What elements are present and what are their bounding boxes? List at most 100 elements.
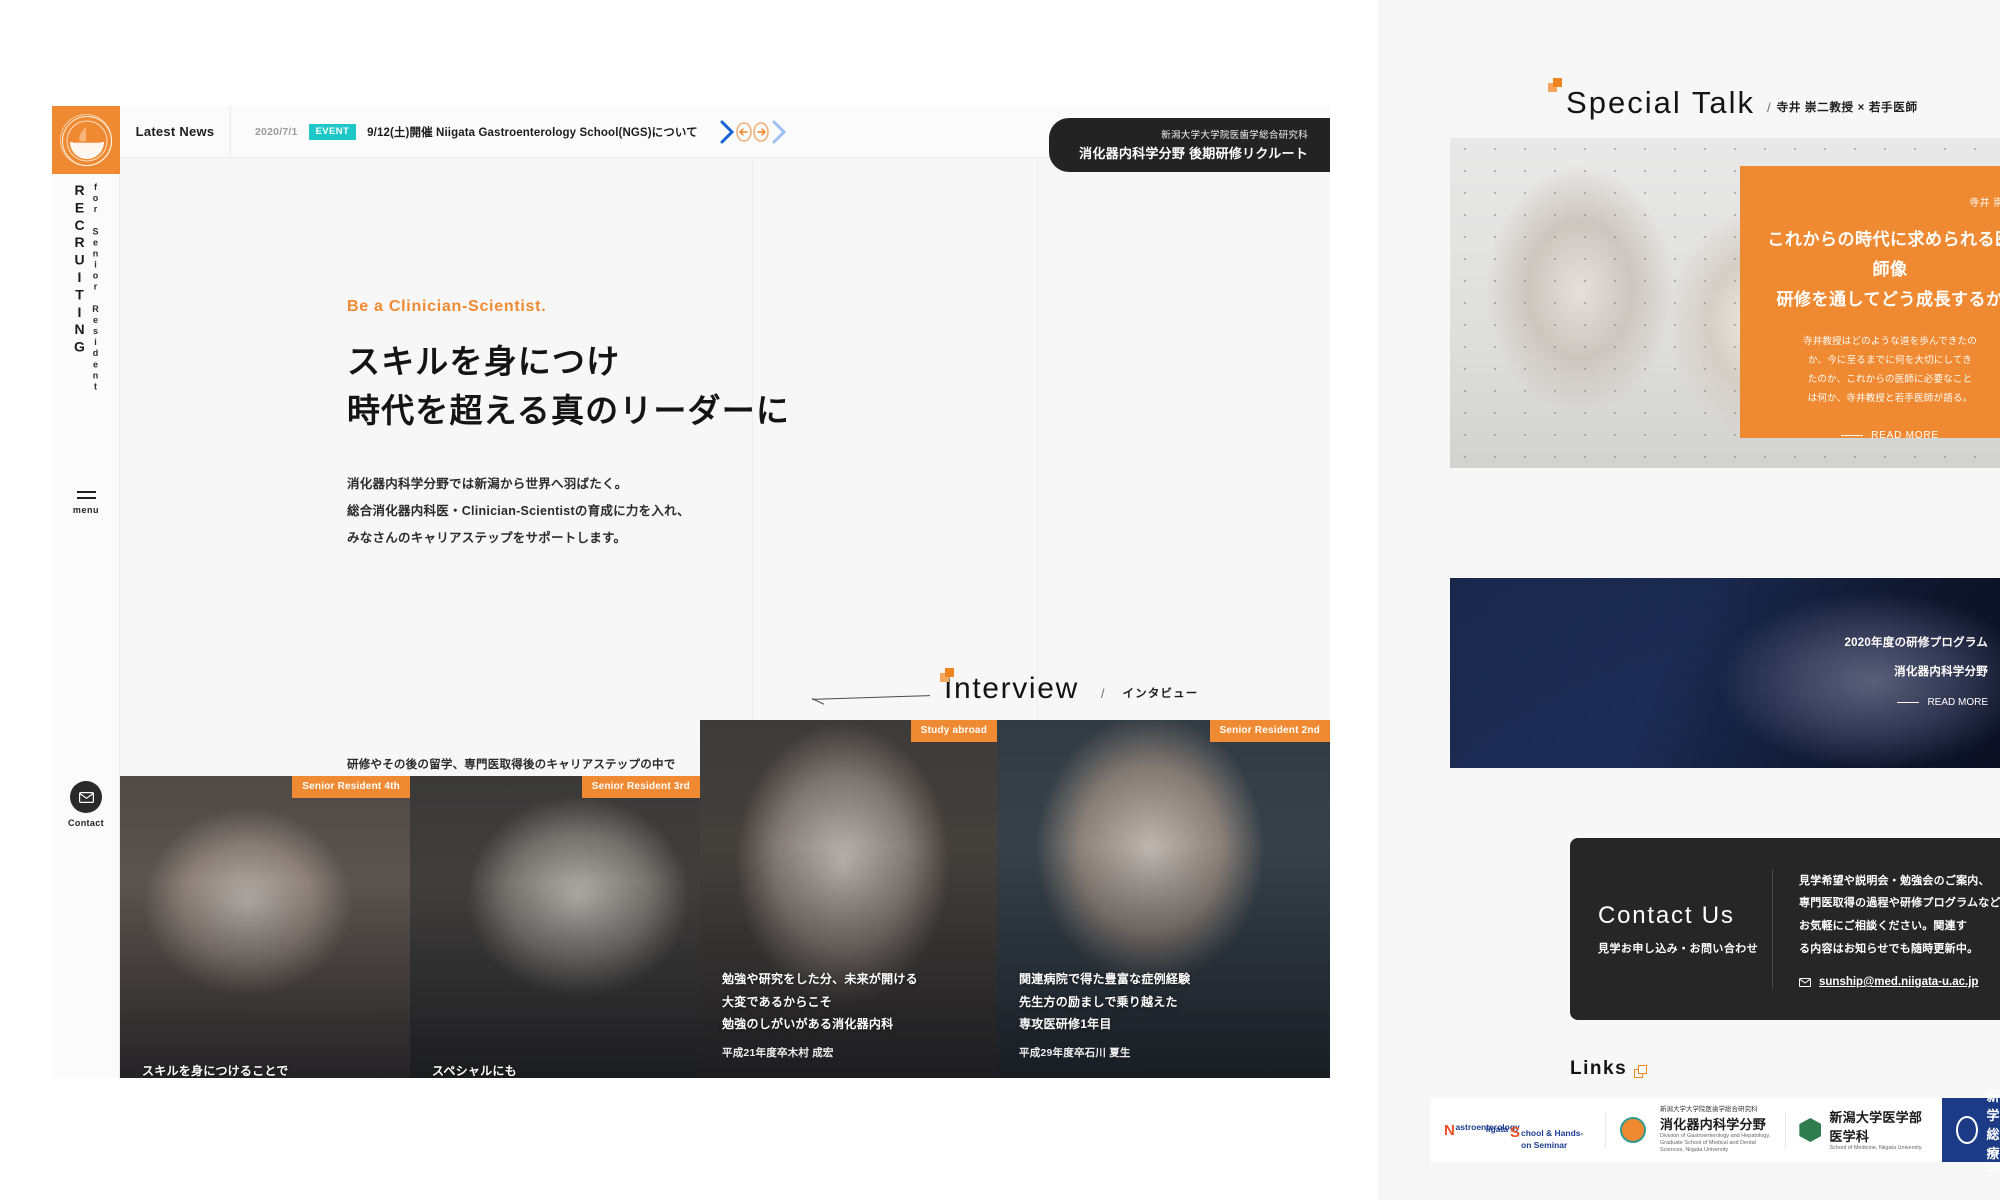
- caption-line-1: 勉強や研究をした分、未来が開ける: [722, 972, 918, 987]
- som-sub: School of Medicine, Niigata University: [1829, 1145, 1922, 1152]
- links-logo-strip: N astroenterology iigata S chool & Hands…: [1430, 1089, 2000, 1174]
- link-logo-ngs[interactable]: N astroenterology iigata S chool & Hands…: [1430, 1098, 1605, 1162]
- mail-icon: [1799, 977, 1811, 987]
- interview-card[interactable]: Senior Resident 2nd 関連病院で得た豊富な症例経験 先生方の励…: [997, 720, 1330, 1078]
- interview-title: Interview: [944, 672, 1079, 705]
- ngs-iigata: iigata: [1485, 1124, 1508, 1135]
- hero-body-line-1: 消化器内科学分野では新潟から世界へ羽ばたく。: [347, 477, 628, 491]
- site-logo[interactable]: [52, 106, 120, 174]
- right-browser-viewport: Special Talk / 寺井 崇二教授 × 若手医師 寺井 崇二 これから…: [1378, 0, 2000, 1200]
- ngs-school: chool & Hands-on Seminar: [1521, 1128, 1584, 1150]
- card-heading-line-1: これからの時代に求められる医師像: [1767, 230, 2000, 279]
- interview-card-caption: スキルを身につけることで 状況に応じたのびのできる: [142, 1060, 394, 1078]
- nu-main: 新潟大学: [1986, 1089, 2000, 1123]
- ngs-n: N: [1444, 1121, 1455, 1139]
- program-news-line-2: 消化器内科学分野: [1894, 666, 1988, 678]
- news-date: 2020/7/1: [255, 125, 298, 138]
- interview-card[interactable]: Senior Resident 3rd スペシャルにも ゼネラリストにもなれる: [410, 776, 700, 1078]
- external-link-icon: [1634, 1064, 1648, 1078]
- special-talk-read-more[interactable]: READ MORE: [1766, 430, 2000, 441]
- interview-photo: [410, 776, 700, 1078]
- interview-card-grid: Senior Resident 4th スキルを身につけることで 状況に応じたの…: [120, 720, 1330, 1078]
- interview-card-author: 平成29年度卒石川 夏生: [1019, 1047, 1131, 1059]
- interview-card-caption: 関連病院で得た豊富な症例経験 先生方の励ましで乗り越えた 専攻医研修1年目 平成…: [1019, 968, 1314, 1060]
- contact-us-left: Contact Us 見学お申し込み・お問い合わせ: [1570, 902, 1772, 956]
- crest-icon: [1956, 1116, 1979, 1144]
- heading-rule: [812, 668, 954, 704]
- dash-icon: [1897, 702, 1920, 703]
- caption-line-2: 先生方の励ましで乗り越えた: [1019, 994, 1178, 1009]
- interview-card-badge: Study abroad: [910, 720, 997, 742]
- ship-seal-icon: [60, 114, 112, 166]
- card-body-line-4: は何か、寺井教授と若手医師が語る。: [1807, 393, 1973, 405]
- gastro-small-top: 新潟大学大学院医歯学総合研究科: [1659, 1105, 1758, 1113]
- gastro-main: 消化器内科学分野: [1659, 1117, 1767, 1132]
- caption-line-3: 専攻医研修1年目: [1019, 1016, 1112, 1031]
- nu-main2: 総合診療: [1986, 1127, 2000, 1161]
- contact-us-right: 見学希望や説明会・勉強会のご案内、 専門医取得の過程や研修プログラムなど お気軽…: [1773, 870, 2000, 988]
- badge-line-1: 新潟大学大学院医歯学総合研究科: [1161, 130, 1308, 141]
- special-talk-card-name: 寺井 崇二: [1969, 198, 2000, 209]
- hero-eyebrow: Be a Clinician-Scientist.: [347, 298, 547, 315]
- ship-seal-icon: [1619, 1117, 1646, 1143]
- special-talk-card-body: 寺井教授はどのような道を歩んできたの か、今に至るまでに何を大切にしてき たのか…: [1766, 332, 2000, 408]
- menu-button[interactable]: menu: [52, 491, 120, 515]
- interview-title-jp: インタビュー: [1122, 688, 1199, 700]
- link-logo-gastro-division[interactable]: 新潟大学大学院医歯学総合研究科 消化器内科学分野 Division of Gas…: [1606, 1098, 1785, 1162]
- interview-card-caption: スペシャルにも ゼネラリストにもなれる: [432, 1060, 684, 1078]
- hero-section: Be a Clinician-Scientist. スキルを身につけ 時代を超え…: [120, 158, 1330, 552]
- sidebar-contact-button[interactable]: Contact: [52, 781, 120, 828]
- caption-line-1: 関連病院で得た豊富な症例経験: [1019, 972, 1191, 987]
- program-news-line-1: 2020年度の研修プログラム: [1844, 637, 1988, 649]
- hero-body: 消化器内科学分野では新潟から世界へ羽ばたく。 総合消化器内科医・Clinicia…: [347, 471, 1330, 552]
- special-talk-hero[interactable]: 寺井 崇二 これからの時代に求められる医師像 研修を通してどう成長するか 寺井教…: [1450, 138, 2000, 468]
- contact-email-link[interactable]: sunship@med.niigata-u.ac.jp: [1799, 976, 2000, 988]
- interview-card-badge: Senior Resident 3rd: [581, 776, 700, 798]
- special-talk-card[interactable]: 寺井 崇二 これからの時代に求められる医師像 研修を通してどう成長するか 寺井教…: [1740, 166, 2000, 441]
- card-body-line-3: たのか、これからの医師に必要なこと: [1807, 374, 1973, 386]
- mail-icon: [70, 781, 102, 813]
- interview-slash: /: [1100, 686, 1105, 701]
- nu-sub: Niigata University: [1986, 1162, 2000, 1174]
- program-news-read-more[interactable]: READ MORE: [1845, 697, 1988, 708]
- brand-main: RECRUITING: [71, 182, 88, 356]
- interview-card-author: 平成21年度卒木村 成宏: [722, 1047, 834, 1059]
- special-talk-title-jp: 寺井 崇二教授 × 若手医師: [1776, 102, 1918, 114]
- interview-heading: Interview / インタビュー: [812, 668, 1199, 705]
- contact-line-2: 専門医取得の過程や研修プログラムなど: [1799, 897, 2000, 910]
- latest-news-item[interactable]: 2020/7/1 EVENT 9/12(土)開催 Niigata Gastroe…: [231, 123, 698, 140]
- interview-card-caption: 勉強や研究をした分、未来が開ける 大変であるからこそ 勉強のしがいがある消化器内…: [722, 968, 981, 1060]
- caption-line-1: スペシャルにも: [432, 1063, 517, 1078]
- news-tag-event: EVENT: [308, 123, 357, 140]
- news-carousel-nav[interactable]: [720, 119, 786, 145]
- hero-body-line-2: 総合消化器内科医・Clinician-Scientistの育成に力を入れ、: [347, 503, 690, 518]
- program-news-block[interactable]: 2020年度の研修プログラム 消化器内科学分野 READ MORE: [1450, 578, 2000, 768]
- special-talk-heading: Special Talk / 寺井 崇二教授 × 若手医師: [1548, 78, 1918, 118]
- interview-photo: [120, 776, 410, 1078]
- link-logo-niigata-univ[interactable]: 新潟大学 総合診療 Niigata University: [1942, 1089, 2000, 1174]
- latest-news-title: Latest News: [135, 124, 215, 139]
- link-logo-school-of-medicine[interactable]: 新潟大学医学部医学科 School of Medicine, Niigata U…: [1785, 1098, 1942, 1162]
- contact-line-1: 見学希望や説明会・勉強会のご案内、: [1799, 874, 1990, 887]
- orange-squares-icon: [940, 668, 954, 682]
- interview-card[interactable]: Study abroad 勉強や研究をした分、未来が開ける 大変であるからこそ …: [700, 720, 997, 1078]
- interview-card-badge: Senior Resident 4th: [292, 776, 410, 798]
- dash-icon: [1841, 435, 1864, 437]
- vertical-brand: RECRUITING for Senior Resident: [52, 182, 120, 393]
- contact-us-card: Contact Us 見学お申し込み・お問い合わせ 見学希望や説明会・勉強会のご…: [1570, 838, 2000, 1020]
- card-body-line-1: 寺井教授はどのような道を歩んできたの: [1803, 336, 1977, 348]
- hero-body-line-3: みなさんのキャリアステップをサポートします。: [347, 530, 627, 545]
- special-talk-slash: /: [1767, 100, 1771, 115]
- interview-card[interactable]: Senior Resident 4th スキルを身につけることで 状況に応じたの…: [120, 776, 410, 1078]
- caption-line-1: スキルを身につけることで: [142, 1063, 289, 1078]
- contact-us-subtitle: 見学お申し込み・お問い合わせ: [1598, 943, 1759, 955]
- hero-title-line-2: 時代を超える真のリーダーに: [347, 391, 791, 429]
- links-title: Links: [1570, 1058, 1628, 1079]
- orange-squares-icon: [1548, 78, 1562, 92]
- hero-title: スキルを身につけ 時代を超える真のリーダーに: [347, 338, 1330, 435]
- special-talk-title: Special Talk: [1566, 85, 1756, 120]
- contact-line-4: る内容はお知らせでも随時更新中。: [1799, 942, 1979, 955]
- contact-us-title: Contact Us: [1598, 902, 1735, 929]
- caption-line-3: 勉強のしがいがある消化器内科: [722, 1016, 894, 1031]
- news-headline[interactable]: 9/12(土)開催 Niigata Gastroenterology Schoo…: [367, 124, 698, 140]
